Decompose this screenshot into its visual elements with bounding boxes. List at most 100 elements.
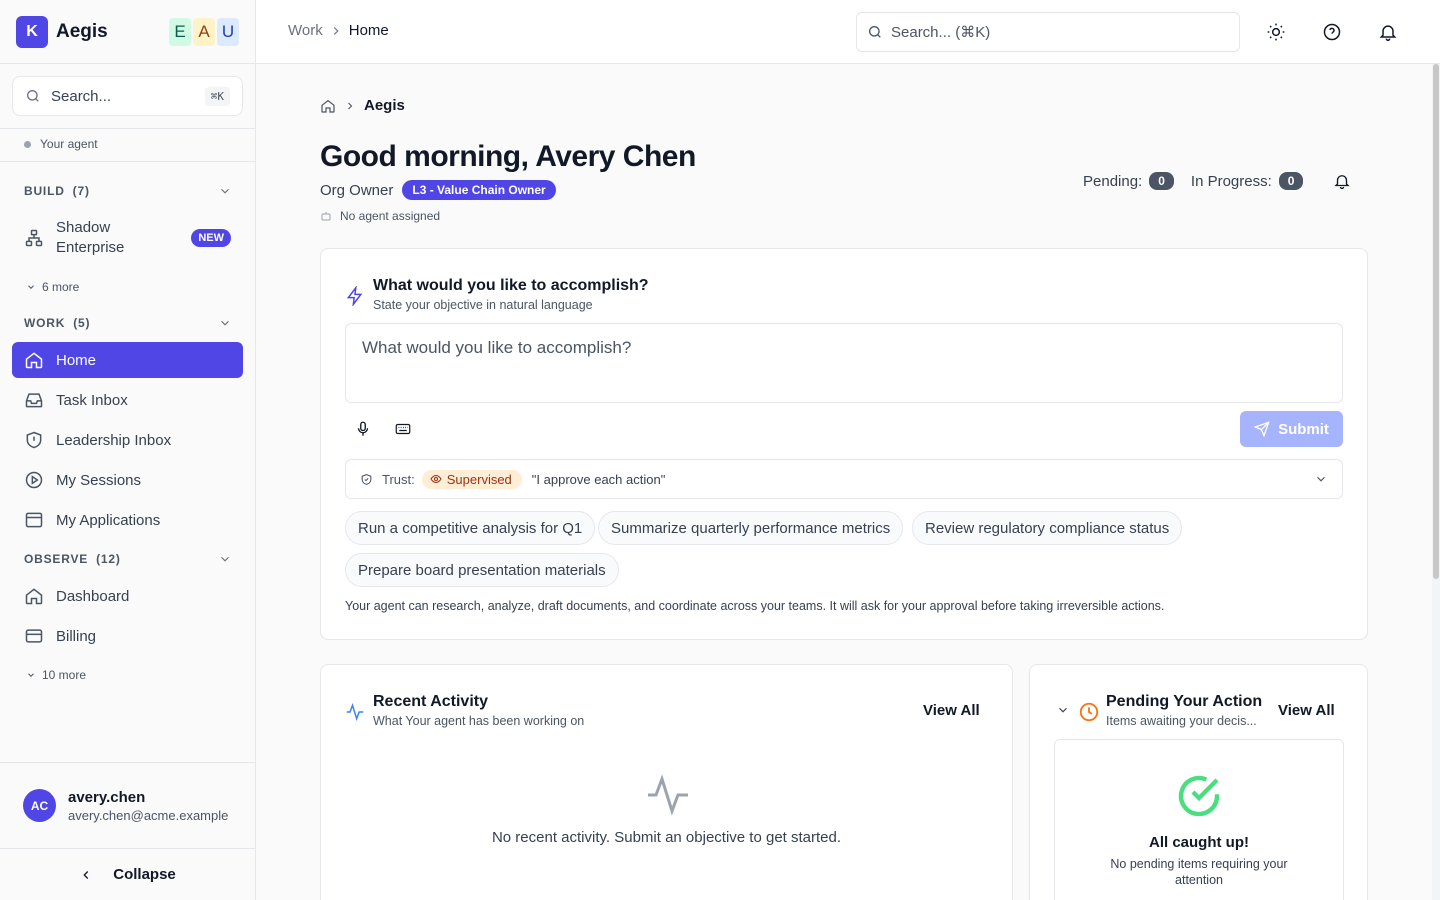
sidebar-item-leadership-inbox[interactable]: Leadership Inbox bbox=[12, 422, 243, 458]
bell-icon[interactable] bbox=[1333, 172, 1351, 190]
divider bbox=[0, 161, 255, 162]
shield-icon bbox=[361, 473, 372, 485]
topbar: Work Home Search... (⌘K) bbox=[256, 0, 1440, 64]
user-profile[interactable]: AC avery.chen avery.chen@acme.example bbox=[0, 762, 255, 848]
sidebar-item-billing[interactable]: Billing bbox=[12, 618, 243, 654]
pending-empty-state: All caught up! No pending items requirin… bbox=[1054, 739, 1344, 900]
objective-input[interactable] bbox=[345, 323, 1343, 403]
env-chip-a[interactable]: A bbox=[193, 18, 215, 46]
user-email: avery.chen@acme.example bbox=[68, 807, 229, 823]
env-chip-u[interactable]: U bbox=[217, 18, 239, 46]
breadcrumb-work[interactable]: Work bbox=[288, 22, 323, 39]
play-circle-icon bbox=[25, 471, 43, 489]
suggestion-chip[interactable]: Run a competitive analysis for Q1 bbox=[345, 511, 596, 545]
agent-assignment: No agent assigned bbox=[320, 209, 440, 223]
pending-action-title: Pending Your Action bbox=[1106, 693, 1263, 710]
user-info: avery.chen avery.chen@acme.example bbox=[68, 789, 228, 823]
user-role: Org Owner bbox=[320, 181, 394, 199]
section-work[interactable]: WORK (5) bbox=[24, 316, 232, 330]
agent-status[interactable]: Your agent bbox=[24, 137, 98, 151]
sidebar-item-label: Home bbox=[56, 351, 97, 369]
home-icon bbox=[25, 352, 43, 369]
home-icon[interactable] bbox=[320, 98, 336, 114]
recent-activity-title: Recent Activity bbox=[373, 693, 488, 710]
sidebar-item-label: Leadership Inbox bbox=[56, 431, 172, 449]
objective-title: What would you like to accomplish? bbox=[373, 277, 649, 294]
sidebar-search-placeholder: Search... bbox=[51, 87, 112, 105]
env-chips: E A U bbox=[169, 18, 239, 46]
scrollbar-thumb[interactable] bbox=[1433, 64, 1439, 579]
recent-view-all-link[interactable]: View All bbox=[923, 702, 980, 719]
sidebar-item-shadow-enterprise[interactable]: Shadow Enterprise NEW bbox=[12, 214, 243, 262]
objective-card: What would you like to accomplish? State… bbox=[320, 248, 1368, 640]
build-more-toggle[interactable]: 6 more bbox=[26, 280, 79, 294]
submit-button[interactable]: Submit bbox=[1240, 411, 1343, 447]
objective-header: What would you like to accomplish? State… bbox=[345, 277, 649, 312]
section-count: (7) bbox=[72, 184, 90, 198]
shield-alert-icon bbox=[26, 431, 42, 449]
activity-icon bbox=[346, 703, 364, 721]
send-icon bbox=[1254, 421, 1270, 437]
user-name: avery.chen bbox=[68, 788, 146, 806]
org-chart-icon bbox=[25, 229, 43, 247]
section-title: WORK bbox=[24, 316, 66, 330]
avatar: AC bbox=[23, 789, 56, 822]
recent-activity-card: Recent Activity What Your agent has been… bbox=[320, 664, 1013, 900]
chevron-down-icon bbox=[1317, 476, 1325, 482]
breadcrumb-home: Home bbox=[348, 22, 389, 39]
chevron-down-icon[interactable] bbox=[1056, 703, 1070, 717]
suggestion-chip[interactable]: Summarize quarterly performance metrics bbox=[598, 511, 904, 545]
sidebar-item-home[interactable]: Home bbox=[12, 342, 243, 378]
section-count: (12) bbox=[96, 552, 121, 566]
observe-more-toggle[interactable]: 10 more bbox=[26, 668, 86, 682]
eye-icon bbox=[430, 474, 442, 484]
agent-label: Your agent bbox=[40, 137, 98, 151]
sidebar-item-my-sessions[interactable]: My Sessions bbox=[12, 462, 243, 498]
bell-icon[interactable] bbox=[1378, 22, 1398, 42]
pending-label: Pending: bbox=[1083, 172, 1143, 190]
sun-icon[interactable] bbox=[1266, 22, 1286, 42]
suggestion-chip[interactable]: Review regulatory compliance status bbox=[912, 511, 1183, 545]
sidebar-item-dashboard[interactable]: Dashboard bbox=[12, 578, 243, 614]
pending-view-all-link[interactable]: View All bbox=[1278, 702, 1335, 719]
keyboard-icon[interactable] bbox=[394, 420, 412, 438]
global-search-placeholder: Search... (⌘K) bbox=[891, 24, 991, 41]
collapse-button[interactable]: Collapse bbox=[0, 848, 255, 900]
trust-level-badge: Supervised bbox=[421, 469, 522, 489]
level-badge: L3 - Value Chain Owner bbox=[402, 180, 556, 200]
trust-selector[interactable]: Trust: Supervised "I approve each action… bbox=[345, 459, 1343, 499]
recent-empty-message: No recent activity. Submit an objective … bbox=[491, 829, 842, 846]
check-circle-icon bbox=[1178, 775, 1220, 817]
help-icon[interactable] bbox=[1322, 22, 1342, 42]
pending-empty-title: All caught up! bbox=[1149, 834, 1249, 851]
divider bbox=[0, 128, 255, 129]
section-observe[interactable]: OBSERVE (12) bbox=[24, 552, 232, 566]
breadcrumb-current: Aegis bbox=[364, 97, 405, 114]
brand: K Aegis E A U bbox=[0, 0, 255, 64]
microphone-icon[interactable] bbox=[354, 420, 372, 438]
sidebar-item-task-inbox[interactable]: Task Inbox bbox=[12, 382, 243, 418]
collapse-label: Collapse bbox=[113, 866, 176, 883]
chevron-down-icon bbox=[221, 188, 229, 194]
app-window-icon bbox=[25, 512, 43, 528]
recent-activity-subtitle: What Your agent has been working on bbox=[373, 714, 585, 728]
global-search[interactable]: Search... (⌘K) bbox=[856, 12, 1240, 52]
section-build[interactable]: BUILD (7) bbox=[24, 184, 232, 198]
objective-footnote: Your agent can research, analyze, draft … bbox=[345, 599, 1165, 613]
chevron-down-icon bbox=[221, 556, 229, 562]
suggestion-chip[interactable]: Prepare board presentation materials bbox=[345, 553, 619, 587]
sidebar-item-my-applications[interactable]: My Applications bbox=[12, 502, 243, 538]
app-logo[interactable]: K bbox=[16, 16, 48, 48]
main-scrollbar[interactable] bbox=[1432, 64, 1440, 900]
role-row: Org Owner L3 - Value Chain Owner bbox=[320, 180, 556, 200]
credit-card-icon bbox=[25, 629, 43, 643]
home-icon bbox=[25, 588, 43, 605]
sidebar-item-label: My Applications bbox=[56, 511, 161, 529]
in-progress-label: In Progress: bbox=[1190, 172, 1272, 190]
sidebar-search[interactable]: Search... ⌘K bbox=[12, 76, 243, 116]
chevron-right-icon bbox=[348, 102, 353, 109]
pending-count-badge: 0 bbox=[1149, 172, 1174, 190]
env-chip-e[interactable]: E bbox=[169, 18, 191, 46]
clock-icon bbox=[1079, 702, 1099, 722]
more-label: 10 more bbox=[42, 668, 87, 682]
